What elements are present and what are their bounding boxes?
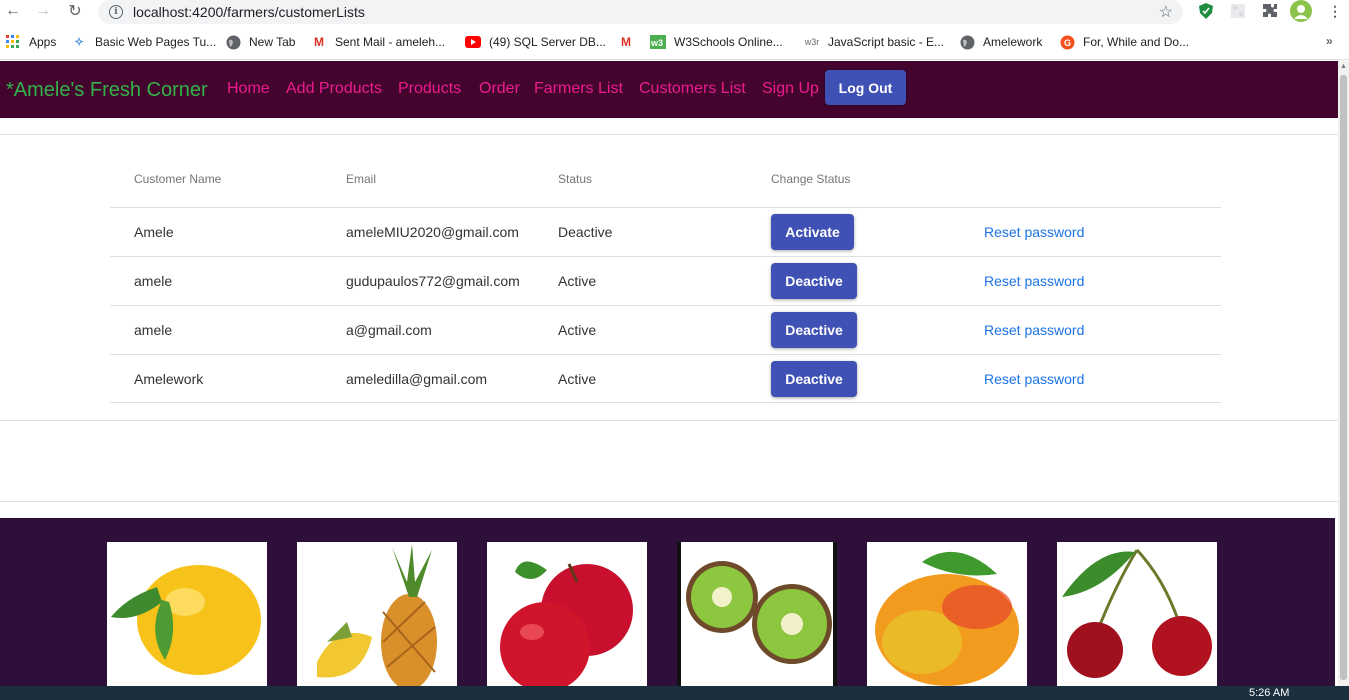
gmail-icon: M [621,35,631,49]
activate-button[interactable]: Activate [771,214,854,250]
customer-email: gudupaulos772@gmail.com [346,273,520,289]
bookmark-star-icon[interactable]: ☆ [1159,2,1173,22]
url-text[interactable]: localhost:4200/farmers/customerLists [133,4,365,20]
reload-icon[interactable]: ↻ [65,1,85,21]
bookmark-item[interactable]: G For, While and Do... [1059,34,1189,50]
apples-image [487,542,647,688]
globe-icon [225,34,241,50]
nav-products[interactable]: Products [398,80,461,98]
bookmark-label: New Tab [249,35,296,49]
more-bookmarks-chevron-icon[interactable]: » [1326,34,1333,48]
kiwi-image [677,542,837,688]
deactivate-button[interactable]: Deactive [771,263,857,299]
bookmark-item[interactable]: Amelework [959,34,1042,50]
lemon-image [107,542,267,688]
bookmark-label: Apps [29,35,57,49]
bookmark-label: For, While and Do... [1083,35,1190,49]
customer-status: Deactive [558,224,613,240]
reset-password-link[interactable]: Reset password [984,371,1084,387]
youtube-icon [465,34,481,50]
customer-name: Amelework [134,371,204,387]
os-taskbar: 5:26 AM [0,686,1349,700]
svg-text:w3: w3 [650,38,663,48]
divider [0,134,1338,135]
profile-avatar[interactable] [1290,0,1312,22]
deactivate-button[interactable]: Deactive [771,361,857,397]
address-bar[interactable]: i localhost:4200/farmers/customerLists ☆ [98,0,1183,24]
nav-customers-list[interactable]: Customers List [639,80,746,98]
app-navbar: *Amele's Fresh Corner Home Add Products … [0,61,1338,118]
shield-extension-icon[interactable] [1197,2,1215,20]
bookmark-item[interactable]: M Sent Mail - ameleh... [311,34,445,50]
page-scrollbar[interactable]: ▲ [1338,61,1349,700]
scrollbar-thumb[interactable] [1340,75,1347,680]
divider [0,501,1338,502]
menu-kebab-icon[interactable]: ⋮ [1326,2,1344,20]
table-row: amele a@gmail.com Active Deactive Reset … [110,305,1221,354]
bookmark-label: Basic Web Pages Tu... [95,35,217,49]
bookmark-item[interactable]: w3 W3Schools Online... [650,34,783,50]
fruit-footer [0,518,1335,700]
mango-image [867,542,1027,688]
bookmarks-bar: Apps ✧ Basic Web Pages Tu... New Tab M S… [0,24,1349,60]
customer-email: ameleMIU2020@gmail.com [346,224,519,240]
customer-email: a@gmail.com [346,322,432,338]
brand-title[interactable]: *Amele's Fresh Corner [6,79,208,102]
bookmark-label: Amelework [983,35,1043,49]
bookmark-item[interactable]: (49) SQL Server DB... [465,34,606,50]
forward-arrow-icon[interactable]: → [33,1,53,21]
logout-button[interactable]: Log Out [825,70,906,105]
table-row: Amelework ameledilla@gmail.com Active De… [110,354,1221,403]
grid-extension-icon[interactable] [1229,2,1247,20]
bookmark-label: (49) SQL Server DB... [489,35,606,49]
reset-password-link[interactable]: Reset password [984,273,1084,289]
nav-order[interactable]: Order [479,80,520,98]
cherries-image [1057,542,1217,688]
reset-password-link[interactable]: Reset password [984,224,1084,240]
bookmark-item[interactable]: Apps [5,34,56,50]
globe-icon [959,34,975,50]
customer-name: amele [134,273,173,289]
pineapple-image [297,542,457,688]
header-change-status: Change Status [771,172,851,186]
customer-email: ameledilla@gmail.com [346,371,488,387]
w3resource-icon: w3r [804,37,820,47]
customer-status: Active [558,371,597,387]
browser-toolbar: ← → ↻ i localhost:4200/farmers/customerL… [0,0,1349,24]
divider [0,420,1338,421]
scroll-up-arrow-icon[interactable]: ▲ [1340,63,1347,70]
customer-name: Amele [134,224,174,240]
w3schools-icon: w3 [650,34,666,50]
nav-home[interactable]: Home [227,80,270,98]
guru-icon: G [1059,34,1075,50]
nav-farmers-list[interactable]: Farmers List [534,80,623,98]
gmail-icon: M [314,35,324,49]
deactivate-button[interactable]: Deactive [771,312,857,348]
bookmark-item[interactable]: M [618,34,642,50]
bookmark-label: Sent Mail - ameleh... [335,35,446,49]
apps-grid-icon [5,34,21,50]
header-customer-name: Customer Name [134,172,222,186]
customer-status: Active [558,273,597,289]
header-email: Email [346,172,377,186]
table-row: amele gudupaulos772@gmail.com Active Dea… [110,256,1221,305]
bookmark-label: JavaScript basic - E... [828,35,945,49]
bookmark-item[interactable]: ✧ Basic Web Pages Tu... [71,34,216,50]
bookmark-item[interactable]: w3r JavaScript basic - E... [804,34,944,50]
table-row: Amele ameleMIU2020@gmail.com Deactive Ac… [110,207,1221,256]
nav-sign-up[interactable]: Sign Up [762,80,819,98]
back-arrow-icon[interactable]: ← [3,1,23,21]
header-status: Status [558,172,593,186]
bookmark-label: W3Schools Online... [674,35,783,49]
site-info-icon[interactable]: i [109,5,123,19]
bookmark-favicon: ✧ [73,35,85,49]
customer-status: Active [558,322,597,338]
svg-text:G: G [1064,38,1071,48]
reset-password-link[interactable]: Reset password [984,322,1084,338]
nav-add-products[interactable]: Add Products [286,80,382,98]
bookmark-item[interactable]: New Tab [225,34,295,50]
extensions-puzzle-icon[interactable] [1261,2,1279,20]
clock-time: 5:26 AM [1249,687,1290,699]
customer-name: amele [134,322,173,338]
